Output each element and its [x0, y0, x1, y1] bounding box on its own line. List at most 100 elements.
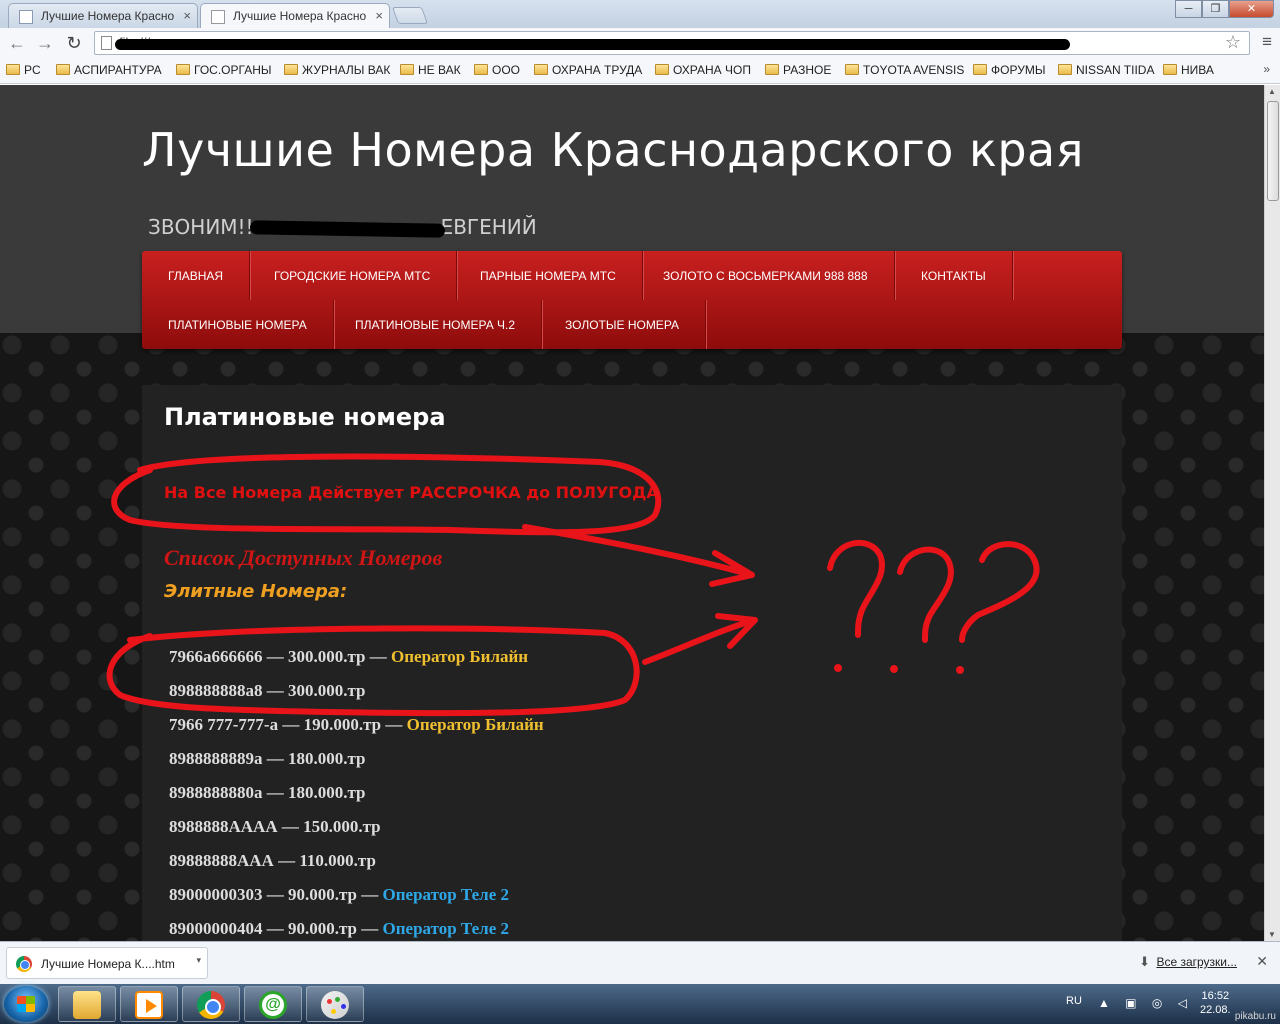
bookmark-folder[interactable]: ОХРАНА ТРУДА	[534, 63, 642, 77]
price: 300.000.тр	[288, 647, 366, 666]
list-item: 8988888АААА — 150.000.тр	[169, 817, 544, 851]
menu-icon[interactable]: ≡	[1262, 32, 1272, 52]
dash-separator: —	[266, 681, 284, 700]
menu-item-gold-eights[interactable]: ЗОЛОТО С ВОСЬМЕРКАМИ 988 888	[637, 251, 895, 300]
bookmark-folder[interactable]: ГОС.ОРГАНЫ	[176, 63, 271, 77]
bookmark-folder[interactable]: ЖУРНАЛЫ ВАК	[284, 63, 390, 77]
bookmark-star-icon[interactable]: ☆	[1225, 32, 1241, 53]
chrome-icon	[16, 956, 32, 972]
folder-icon	[56, 64, 70, 75]
bookmark-folder[interactable]: TOYOTA AVENSIS	[845, 63, 964, 77]
start-button[interactable]	[4, 986, 48, 1022]
scrollbar-thumb[interactable]	[1267, 101, 1279, 201]
system-tray-icons[interactable]: ▲ ▣ ◎ ◁	[1098, 996, 1193, 1010]
menu-item-contacts[interactable]: КОНТАКТЫ	[895, 251, 1013, 300]
url-redaction	[115, 39, 1070, 50]
close-window-button[interactable]: ✕	[1229, 0, 1274, 18]
tab-2[interactable]: Лучшие Номера Красно ×	[200, 3, 390, 28]
bookmark-folder[interactable]: ФОРУМЫ	[973, 63, 1045, 77]
taskbar-paint[interactable]	[306, 986, 364, 1022]
document-favicon-icon	[211, 10, 225, 24]
minimize-button[interactable]: ─	[1175, 0, 1202, 18]
address-bar[interactable]: file:/// ☆	[94, 31, 1250, 55]
tab-strip: Лучшие Номера Красно × Лучшие Номера Кра…	[0, 0, 1280, 28]
dash-separator: —	[266, 647, 284, 666]
restore-button[interactable]: ❐	[1202, 0, 1229, 18]
phone-number: 898888888а8	[169, 681, 263, 700]
scroll-down-icon[interactable]: ▼	[1268, 930, 1276, 939]
folder-icon	[6, 64, 20, 75]
dash-separator: —	[278, 851, 296, 870]
forward-arrow-icon[interactable]: →	[34, 32, 56, 54]
phone-number: 89000000303	[169, 885, 263, 904]
folder-icon	[1163, 64, 1177, 75]
price: 180.000.тр	[288, 749, 366, 768]
system-clock[interactable]: 16:52 22.08.	[1200, 989, 1231, 1017]
tab-2-close-icon[interactable]: ×	[375, 8, 383, 23]
list-item: 8988888880а — 180.000.тр	[169, 783, 544, 817]
phone-number: 89888888ААА	[169, 851, 274, 870]
windows-logo-icon	[17, 996, 35, 1012]
taskbar-mail-agent[interactable]: @	[244, 986, 302, 1022]
vertical-scrollbar[interactable]: ▲ ▼	[1264, 85, 1280, 941]
menu-item-pair-numbers[interactable]: ПАРНЫЕ НОМЕРА МТС	[454, 251, 643, 300]
operator-label: Оператор Билайн	[391, 647, 529, 666]
bookmark-folder[interactable]: АСПИРАНТУРА	[56, 63, 162, 77]
tab-1[interactable]: Лучшие Номера Красно ×	[8, 3, 198, 28]
folder-icon	[1058, 64, 1072, 75]
list-item: 7966а666666 — 300.000.тр — Оператор Била…	[169, 647, 544, 681]
menu-item-golden[interactable]: ЗОЛОТЫЕ НОМЕРА	[539, 300, 707, 349]
language-indicator[interactable]: RU	[1066, 995, 1082, 1007]
taskbar-media-player[interactable]	[120, 986, 178, 1022]
bookmark-folder[interactable]: НЕ ВАК	[400, 63, 461, 77]
taskbar-explorer[interactable]	[58, 986, 116, 1022]
paint-palette-icon	[321, 991, 349, 1019]
all-downloads-link[interactable]: Все загрузки...	[1156, 955, 1237, 969]
taskbar: @ RU ▲ ▣ ◎ ◁ 16:52 22.08. pikabu.ru	[0, 984, 1280, 1024]
price: 190.000.тр	[303, 715, 382, 734]
reload-icon[interactable]: ↻	[63, 32, 85, 54]
download-menu-caret-icon[interactable]: ▾	[196, 955, 201, 966]
browser-toolbar: ← → ↻ file:/// ☆ ≡	[0, 28, 1280, 58]
menu-item-city-numbers[interactable]: ГОРОДСКИЕ НОМЕРА МТС	[248, 251, 458, 300]
explorer-folder-icon	[73, 991, 101, 1019]
close-downloads-bar-icon[interactable]: ✕	[1256, 953, 1268, 970]
site-tagline: ЗВОНИМ!! ЕВГЕНИЙ	[148, 215, 537, 239]
new-tab-button[interactable]	[391, 7, 429, 24]
dash-separator: —	[369, 647, 387, 666]
main-menu: ГЛАВНАЯ ГОРОДСКИЕ НОМЕРА МТС ПАРНЫЕ НОМЕ…	[142, 251, 1122, 349]
media-player-icon	[135, 991, 163, 1019]
bookmark-folder[interactable]: PC	[6, 63, 41, 77]
watermark: pikabu.ru	[1234, 1011, 1276, 1022]
scroll-up-icon[interactable]: ▲	[1268, 87, 1276, 96]
site-title[interactable]: Лучшие Номера Краснодарского края	[142, 123, 1084, 177]
bookmark-folder[interactable]: РАЗНОЕ	[765, 63, 831, 77]
folder-icon	[474, 64, 488, 75]
bookmark-folder[interactable]: ОХРАНА ЧОП	[655, 63, 751, 77]
tab-1-title: Лучшие Номера Красно	[41, 9, 175, 23]
menu-item-platinum[interactable]: ПЛАТИНОВЫЕ НОМЕРА	[142, 300, 334, 349]
page-favicon-icon	[19, 10, 33, 24]
download-filename: Лучшие Номера К....htm	[41, 957, 175, 971]
dash-separator: —	[266, 885, 284, 904]
phone-number: 7966 777-777-а	[169, 715, 279, 734]
dash-separator: —	[281, 817, 299, 836]
bookmark-folder[interactable]: ООО	[474, 63, 520, 77]
menu-item-platinum-2[interactable]: ПЛАТИНОВЫЕ НОМЕРА Ч.2	[329, 300, 543, 349]
elite-heading: Элитные Номера:	[164, 581, 348, 602]
mail-agent-icon: @	[259, 991, 287, 1019]
bookmark-folder[interactable]: НИВА	[1163, 63, 1214, 77]
folder-icon	[765, 64, 779, 75]
download-item[interactable]: Лучшие Номера К....htm ▾	[6, 947, 208, 979]
installment-notice: На Все Номера Действует РАССРОЧКА до ПОЛ…	[164, 483, 659, 502]
window-controls: ─ ❐ ✕	[1175, 0, 1274, 20]
folder-icon	[845, 64, 859, 75]
bookmarks-overflow-icon[interactable]: »	[1263, 62, 1270, 76]
tab-1-close-icon[interactable]: ×	[183, 8, 191, 23]
taskbar-chrome[interactable]	[182, 986, 240, 1022]
bookmark-folder[interactable]: NISSAN TIIDA	[1058, 63, 1154, 77]
folder-icon	[284, 64, 298, 75]
downloads-bar: Лучшие Номера К....htm ▾ ⬇ Все загрузки.…	[0, 941, 1280, 984]
menu-item-home[interactable]: ГЛАВНАЯ	[142, 251, 251, 300]
back-arrow-icon[interactable]: ←	[6, 32, 28, 54]
